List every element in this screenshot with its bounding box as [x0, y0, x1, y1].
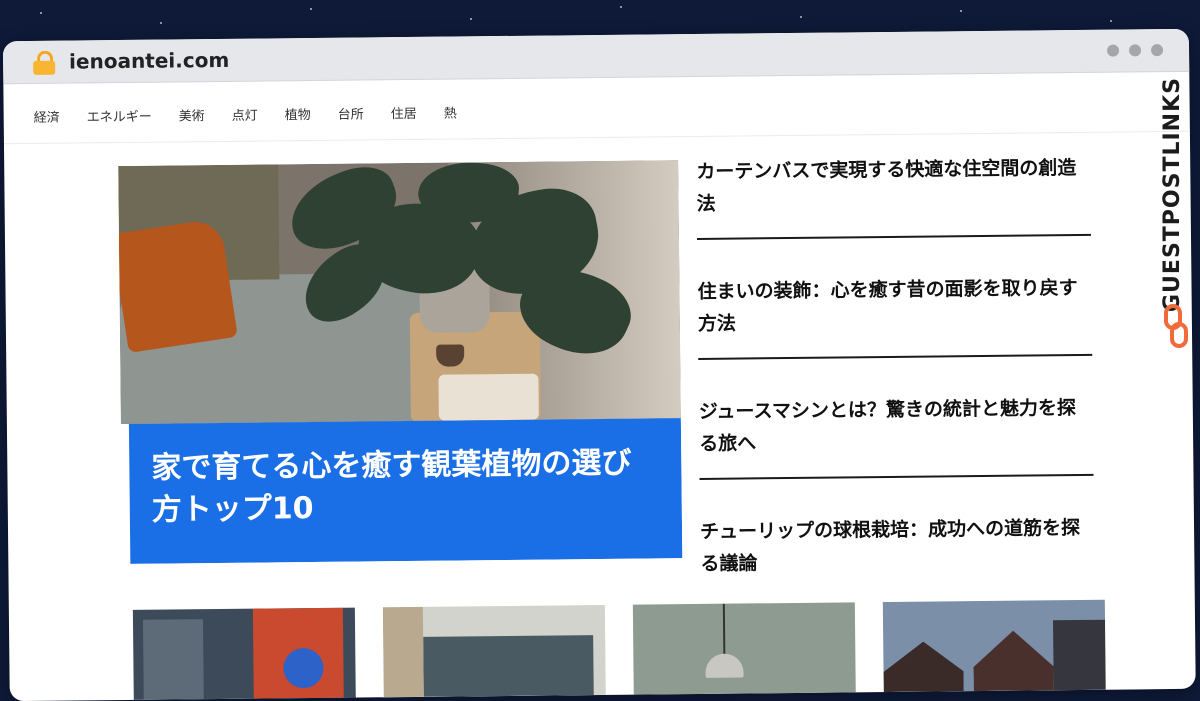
thumbnail-image[interactable] — [882, 599, 1106, 693]
side-story-title[interactable]: ジュースマシンとは？驚きの統計と魅力を探る旅へ — [699, 392, 1094, 460]
nav-item-art[interactable]: 美術 — [179, 105, 205, 124]
thumbnail-image[interactable] — [632, 602, 856, 695]
side-story-title[interactable]: カーテンバスで実現する快適な住空間の創造法 — [696, 152, 1091, 220]
nav-item-energy[interactable]: エネルギー — [87, 106, 152, 126]
nav-item-lighting[interactable]: 点灯 — [232, 105, 258, 124]
thumbnail-row — [132, 599, 1114, 701]
hero-article[interactable]: 家で育てる心を癒す観葉植物の選び方トップ10 — [118, 160, 683, 564]
nav-item-plants[interactable]: 植物 — [285, 104, 311, 123]
url-bar[interactable]: ienoantei.com — [69, 48, 229, 74]
chain-link-icon — [1164, 304, 1188, 348]
side-story[interactable]: ジュースマシンとは？驚きの統計と魅力を探る旅へ — [698, 381, 1094, 480]
nav-item-housing[interactable]: 住居 — [391, 103, 417, 122]
side-story-title[interactable]: チューリップの球根栽培：成功への道筋を探る議論 — [700, 512, 1095, 580]
nav-item-kitchen[interactable]: 台所 — [338, 103, 364, 122]
thumbnail-image[interactable] — [132, 607, 356, 700]
watermark: GUESTPOSTLINKS — [1160, 52, 1194, 352]
watermark-text: GUESTPOSTLINKS — [1160, 77, 1185, 312]
side-stories: カーテンバスで実現する快適な住空間の創造法 住まいの装飾：心を癒す昔の面影を取り… — [696, 141, 1095, 624]
nav-item-heat[interactable]: 熱 — [444, 102, 457, 121]
hero-title[interactable]: 家で育てる心を癒す観葉植物の選び方トップ10 — [128, 418, 683, 564]
browser-titlebar: ienoantei.com — [2, 28, 1190, 85]
side-story[interactable]: カーテンバスで実現する快適な住空間の創造法 — [696, 141, 1091, 240]
nav-item-economy[interactable]: 経済 — [34, 107, 60, 126]
thumbnail-image[interactable] — [382, 604, 606, 698]
hero-image[interactable] — [118, 160, 681, 425]
side-story-title[interactable]: 住まいの装飾：心を癒す昔の面影を取り戻す方法 — [697, 272, 1092, 340]
main-nav: 経済 エネルギー 美術 点灯 植物 台所 住居 熱 — [34, 102, 457, 125]
browser-window: ienoantei.com 経済 エネルギー 美術 点灯 植物 台所 住居 熱 — [2, 28, 1196, 701]
window-dots-icon[interactable] — [1106, 44, 1164, 57]
lock-icon — [33, 50, 56, 75]
side-story[interactable]: 住まいの装飾：心を癒す昔の面影を取り戻す方法 — [697, 261, 1093, 360]
side-story[interactable]: チューリップの球根栽培：成功への道筋を探る議論 — [700, 502, 1095, 598]
